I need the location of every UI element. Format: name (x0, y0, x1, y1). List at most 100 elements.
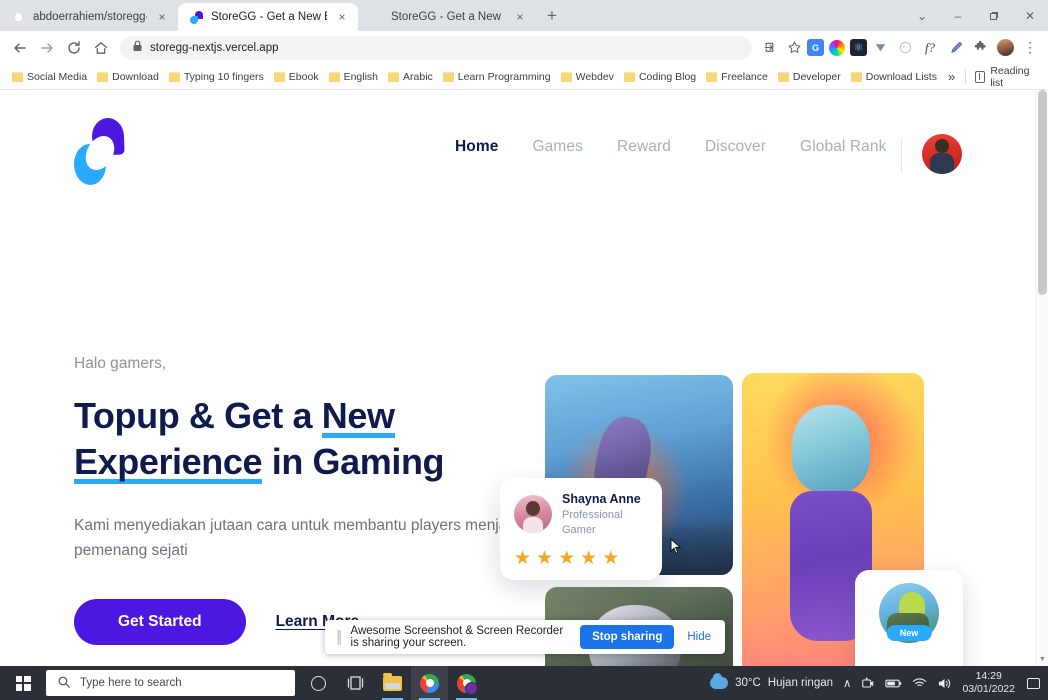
system-tray: 30°C Hujan ringan ∧ 14:29 03/01/2022 (710, 670, 1048, 697)
share-icon[interactable] (757, 36, 781, 60)
nav-item-reward[interactable]: Reward (617, 138, 671, 156)
bookmarks-overflow-button[interactable]: » (942, 69, 961, 84)
browser-tab-2[interactable]: StoreGG - Get a New Experience × (178, 3, 358, 31)
chrome-icon[interactable] (411, 666, 448, 700)
bookmark-item[interactable]: Freelance (701, 69, 773, 85)
nav-item-home[interactable]: Home (455, 138, 498, 156)
bookmark-label: English (343, 70, 379, 83)
avatar (514, 495, 552, 534)
bookmark-item[interactable]: Learn Programming (438, 69, 556, 85)
home-icon[interactable] (87, 34, 114, 61)
nav-item-games[interactable]: Games (532, 138, 582, 156)
task-view-icon[interactable] (337, 666, 374, 700)
vercel-icon[interactable] (868, 36, 892, 60)
new-tab-button[interactable]: + (538, 2, 566, 30)
bookmark-item[interactable]: Social Media (7, 69, 92, 85)
scrollbar-thumb[interactable] (1038, 90, 1047, 295)
browser-tab-1[interactable]: abdoerrahiem/storegg-nextjs × (0, 3, 178, 31)
fontface-ninja-icon[interactable]: f? (918, 36, 942, 60)
weather-widget[interactable]: 30°C Hujan ringan (710, 673, 833, 689)
google-translate-icon[interactable]: G (807, 39, 824, 56)
notifications-icon[interactable] (1027, 677, 1040, 689)
screen-share-tray-icon[interactable] (861, 677, 875, 690)
circle-extension-icon[interactable] (893, 36, 917, 60)
bookmark-label: Freelance (721, 70, 768, 83)
search-placeholder: Type here to search (80, 677, 182, 689)
bookmark-item[interactable]: Developer (773, 69, 846, 85)
nav-item-discover[interactable]: Discover (705, 138, 766, 156)
toolbar-extensions: G ⚛ f? ⋮ (757, 36, 1042, 60)
bookmark-item[interactable]: English (324, 69, 383, 85)
back-icon[interactable] (6, 34, 33, 61)
nav-item-global-rank[interactable]: Global Rank (800, 138, 886, 156)
star-icon: ★ (558, 547, 576, 569)
wifi-icon[interactable] (912, 677, 927, 689)
get-started-button[interactable]: Get Started (74, 599, 246, 646)
reading-list-button[interactable]: Reading list (970, 63, 1041, 91)
chrome-icon-2[interactable] (448, 666, 485, 700)
page-viewport: Home Games Reward Discover Global Rank H… (0, 90, 1048, 666)
clock-time: 14:29 (975, 669, 1002, 682)
game-card[interactable]: New Lann Knight Dota 2 (855, 570, 963, 666)
bookmark-item[interactable]: Ebook (269, 69, 324, 85)
search-input[interactable]: Type here to search (46, 670, 295, 696)
chrome-menu-icon[interactable]: ⋮ (1018, 36, 1042, 60)
bookmark-label: Developer (792, 70, 841, 83)
reload-icon[interactable] (60, 34, 87, 61)
battery-icon[interactable] (885, 678, 902, 689)
tab-search-chevron-icon[interactable]: ⌄ (904, 0, 940, 31)
browser-toolbar: storegg-nextjs.vercel.app G ⚛ f? ⋮ (0, 31, 1048, 64)
forward-icon[interactable] (33, 34, 60, 61)
star-icon: ★ (536, 547, 554, 569)
browser-tabstrip: abdoerrahiem/storegg-nextjs × StoreGG - … (0, 0, 1048, 31)
clock-date: 03/01/2022 (962, 683, 1015, 695)
bookmark-item[interactable]: Typing 10 fingers (164, 69, 269, 85)
maximize-button[interactable] (976, 0, 1012, 31)
browser-tab-3[interactable]: StoreGG - Get a New Experience × (358, 3, 536, 31)
tab-title: StoreGG - Get a New Experience (211, 11, 327, 23)
file-explorer-icon[interactable] (374, 666, 411, 700)
page-scrollbar[interactable]: ▲ ▼ (1035, 90, 1048, 666)
tray-chevron-icon[interactable]: ∧ (843, 676, 851, 690)
site-header: Home Games Reward Discover Global Rank (0, 110, 1035, 205)
profile-avatar-icon[interactable] (993, 36, 1017, 60)
tab-close-icon[interactable]: × (154, 9, 170, 25)
volume-icon[interactable] (937, 677, 952, 690)
bookmark-item[interactable]: Download Lists (846, 69, 942, 85)
star-icon: ★ (602, 547, 620, 569)
bookmark-item[interactable]: Download (92, 69, 164, 85)
rainbow-extension-icon[interactable] (825, 36, 849, 60)
bookmark-star-icon[interactable] (782, 36, 806, 60)
hide-button[interactable]: Hide (683, 631, 715, 643)
cortana-icon[interactable] (300, 666, 337, 700)
folder-icon (777, 71, 789, 82)
share-message: Awesome Screenshot & Screen Recorder is … (350, 625, 564, 649)
tab-close-icon[interactable]: × (512, 9, 528, 25)
scroll-down-icon[interactable]: ▼ (1036, 653, 1048, 666)
eyedropper-icon[interactable] (943, 36, 967, 60)
bookmark-item[interactable]: Arabic (383, 69, 438, 85)
avatar[interactable] (922, 134, 962, 174)
clock[interactable]: 14:29 03/01/2022 (962, 670, 1015, 697)
extensions-puzzle-icon[interactable] (968, 36, 992, 60)
close-button[interactable]: ✕ (1012, 0, 1048, 31)
bookmark-item[interactable]: Webdev (556, 69, 619, 85)
drag-handle-icon[interactable]: ║ (335, 630, 343, 644)
bookmark-label: Download Lists (865, 70, 937, 83)
rainbow-app-icon (369, 10, 384, 25)
windows-taskbar: Type here to search 30°C Hujan ringan ∧ (0, 666, 1048, 700)
folder-icon (560, 71, 572, 82)
folder-icon (623, 71, 635, 82)
folder-icon (850, 71, 862, 82)
start-button[interactable] (0, 666, 46, 700)
tab-close-icon[interactable]: × (334, 9, 350, 25)
storegg-logo-icon[interactable] (73, 117, 126, 188)
folder-icon (12, 71, 23, 82)
minimize-button[interactable]: – (940, 0, 976, 31)
bookmark-item[interactable]: Coding Blog (619, 69, 701, 85)
address-bar[interactable]: storegg-nextjs.vercel.app (120, 35, 751, 60)
tab-title: StoreGG - Get a New Experience (391, 11, 505, 23)
react-devtools-icon[interactable]: ⚛ (850, 39, 867, 56)
stop-sharing-button[interactable]: Stop sharing (580, 625, 675, 649)
page-title: Topup & Get a New Experience in Gaming (74, 393, 534, 485)
